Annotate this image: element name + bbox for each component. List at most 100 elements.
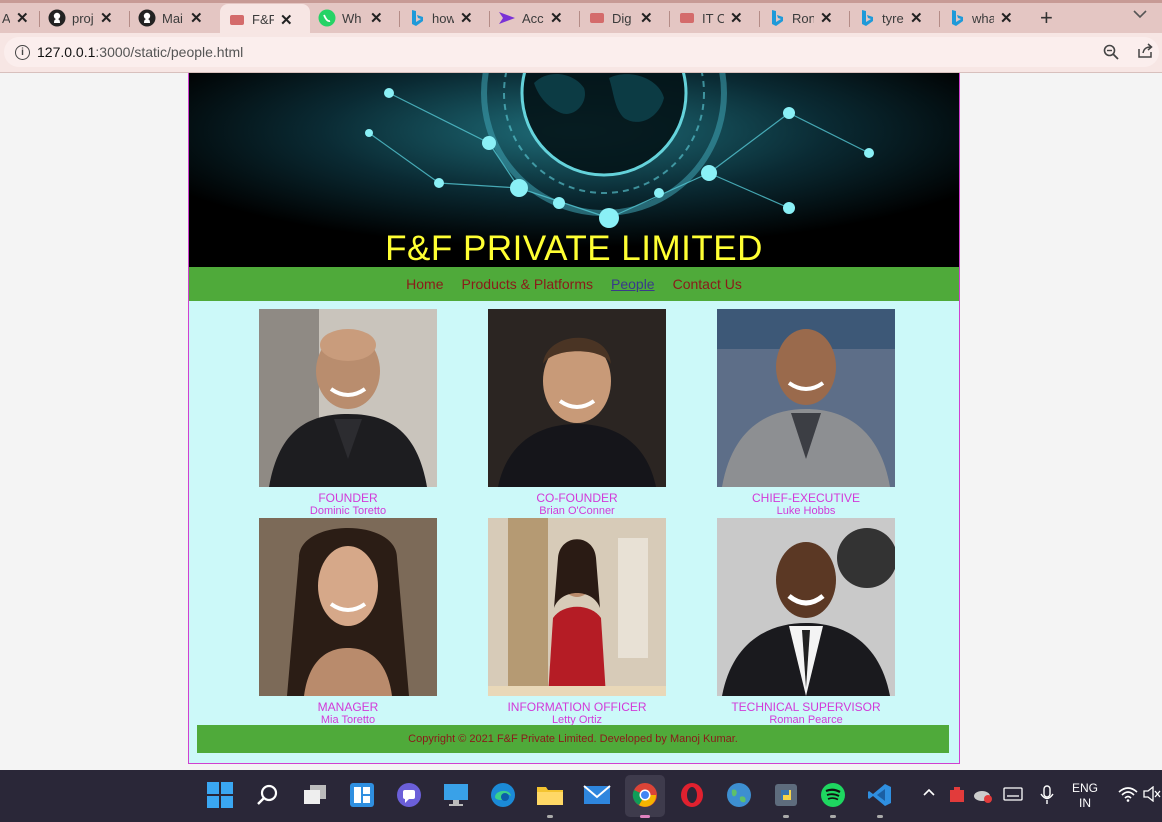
- browser-tab[interactable]: wha ✕: [940, 5, 1028, 31]
- close-tab-icon[interactable]: ✕: [550, 9, 563, 27]
- browser-tab[interactable]: IT C ✕: [670, 5, 758, 31]
- nav-contact-us[interactable]: Contact Us: [673, 276, 742, 292]
- opera-icon[interactable]: [678, 781, 706, 809]
- technical-supervisor-photo: [717, 518, 895, 696]
- close-tab-icon[interactable]: ✕: [1000, 9, 1013, 27]
- browser-tab[interactable]: F&F ✕: [220, 4, 310, 35]
- github-icon: [48, 9, 66, 27]
- wifi-icon[interactable]: [1118, 786, 1138, 805]
- founder-photo: [259, 309, 437, 487]
- mail-icon[interactable]: [583, 781, 611, 809]
- site-icon: [588, 9, 606, 27]
- widgets-icon[interactable]: [348, 781, 376, 809]
- close-tab-icon[interactable]: ✕: [460, 9, 473, 27]
- close-tab-icon[interactable]: ✕: [910, 9, 923, 27]
- onedrive-error-icon[interactable]: [973, 786, 993, 807]
- keyboard-icon[interactable]: [1003, 787, 1023, 804]
- browser-tab[interactable]: tyre ✕: [850, 5, 938, 31]
- browser-tab[interactable]: Dig ✕: [580, 5, 668, 31]
- url-path: :3000/static/people.html: [95, 44, 244, 60]
- information-officer-photo: [488, 518, 666, 696]
- nav-products-platforms[interactable]: Products & Platforms: [462, 276, 594, 292]
- close-tab-icon[interactable]: ✕: [280, 11, 293, 29]
- region-code: IN: [1079, 796, 1091, 810]
- close-tab-icon[interactable]: ✕: [640, 9, 653, 27]
- tab-search-chevron-icon[interactable]: [1133, 6, 1147, 23]
- browser-tab[interactable]: Ron ✕: [760, 5, 848, 31]
- bing-icon: [768, 9, 786, 27]
- person-role: CO-FOUNDER: [536, 491, 618, 505]
- person-role: FOUNDER: [318, 491, 378, 505]
- tab-title: IT C: [702, 10, 724, 26]
- tray-app-icon[interactable]: [948, 786, 966, 807]
- nav-home[interactable]: Home: [406, 276, 443, 292]
- tab-title: tyre: [882, 10, 904, 26]
- tab-title: A: [2, 10, 10, 26]
- person-role: INFORMATION OFFICER: [507, 700, 647, 714]
- vscode-icon[interactable]: [866, 781, 894, 818]
- browser-tab[interactable]: Acc ✕: [490, 5, 578, 31]
- tab-title: Dig: [612, 10, 632, 26]
- person-card-founder: FOUNDER Dominic Toretto: [258, 309, 438, 518]
- close-tab-icon[interactable]: ✕: [730, 9, 743, 27]
- zoom-icon[interactable]: [1102, 43, 1120, 66]
- new-tab-button[interactable]: +: [1040, 5, 1053, 31]
- site-icon: [678, 9, 696, 27]
- main-nav: Home Products & Platforms People Contact…: [189, 267, 959, 301]
- chrome-icon[interactable]: [631, 781, 659, 818]
- manager-photo: [259, 518, 437, 696]
- share-icon[interactable]: [1136, 42, 1154, 65]
- running-indicator: [830, 815, 836, 818]
- close-tab-icon[interactable]: ✕: [100, 9, 113, 27]
- close-tab-icon[interactable]: ✕: [820, 9, 833, 27]
- whatsapp-icon: [318, 9, 336, 27]
- desktop-icon[interactable]: [442, 781, 470, 809]
- search-icon[interactable]: [254, 781, 282, 809]
- spotify-icon[interactable]: [819, 781, 847, 818]
- nav-people[interactable]: People: [611, 276, 655, 292]
- edge-icon[interactable]: [489, 781, 517, 809]
- person-name: Brian O'Conner: [539, 505, 615, 517]
- tab-title: Mai: [162, 10, 183, 26]
- browser-tab[interactable]: how ✕: [400, 5, 488, 31]
- close-tab-icon[interactable]: ✕: [370, 9, 383, 27]
- globe-icon[interactable]: [725, 781, 753, 809]
- tab-title: Acc: [522, 10, 544, 26]
- start-icon[interactable]: [206, 781, 234, 809]
- browser-tab[interactable]: proj ✕: [40, 5, 128, 31]
- tab-title: proj: [72, 10, 94, 26]
- browser-tab[interactable]: Wh ✕: [310, 5, 398, 31]
- url-text[interactable]: 127.0.0.1:3000/static/people.html: [37, 44, 243, 60]
- browser-tab-strip: A ✕ proj ✕ Mai ✕ F&F ✕ Wh ✕ how ✕ Acc ✕ Dig ✕ IT C ✕ Ron ✕ t…: [0, 0, 1162, 35]
- file-explorer-icon[interactable]: [536, 781, 564, 818]
- language-code: ENG: [1072, 781, 1099, 795]
- windows-taskbar: ENG IN: [0, 770, 1162, 822]
- browser-tab[interactable]: A ✕: [0, 5, 38, 31]
- tab-title: how: [432, 10, 454, 26]
- page-container: F&F PRIVATE LIMITED Home Products & Plat…: [188, 73, 960, 764]
- site-info-icon[interactable]: i: [15, 45, 30, 60]
- omnibox[interactable]: i 127.0.0.1:3000/static/people.html: [4, 37, 1159, 67]
- person-role: CHIEF-EXECUTIVE: [751, 491, 860, 505]
- task-view-icon[interactable]: [301, 781, 329, 809]
- person-card-manager: MANAGER Mia Toretto: [258, 518, 438, 727]
- running-indicator: [547, 815, 553, 818]
- person-card-information-officer: INFORMATION OFFICER Letty Ortiz: [487, 518, 667, 727]
- volume-muted-icon[interactable]: [1143, 785, 1161, 805]
- page-footer: Copyright © 2021 F&F Private Limited. De…: [197, 725, 949, 753]
- show-hidden-icons-chevron-icon[interactable]: [922, 786, 936, 800]
- browser-tab[interactable]: Mai ✕: [130, 5, 218, 31]
- bing-icon: [948, 9, 966, 27]
- microphone-icon[interactable]: [1040, 785, 1054, 808]
- teams-chat-icon[interactable]: [395, 781, 423, 809]
- language-indicator[interactable]: ENG IN: [1072, 781, 1098, 811]
- close-tab-icon[interactable]: ✕: [16, 9, 29, 27]
- tab-title: wha: [972, 10, 994, 26]
- tab-title: Ron: [792, 10, 814, 26]
- tab-title: F&F: [252, 12, 274, 27]
- site-icon: [228, 11, 246, 29]
- person-card-chief-executive: CHIEF-EXECUTIVE Luke Hobbs: [716, 309, 896, 518]
- python-icon[interactable]: [772, 781, 800, 818]
- person-card-co-founder: CO-FOUNDER Brian O'Conner: [487, 309, 667, 518]
- close-tab-icon[interactable]: ✕: [190, 9, 203, 27]
